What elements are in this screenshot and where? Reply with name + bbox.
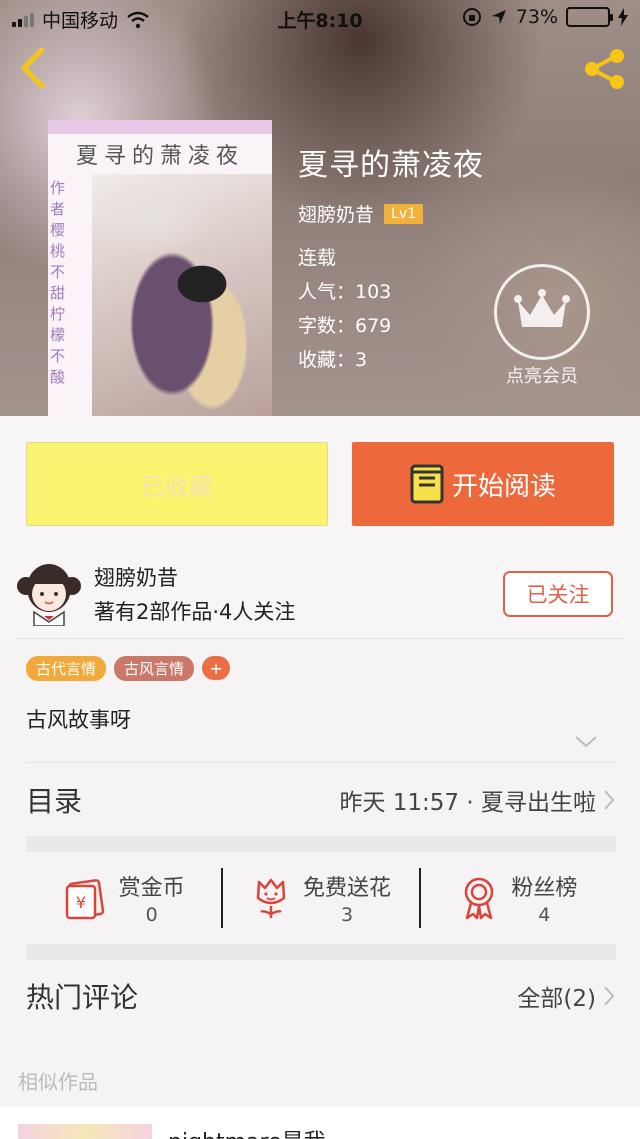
send-flower[interactable]: 免费送花 3 bbox=[221, 868, 418, 928]
book-intro: 古风故事呀 bbox=[26, 708, 131, 732]
vip-label: 点亮会员 bbox=[506, 366, 578, 387]
ranking-value: 4 bbox=[538, 904, 551, 926]
share-icon bbox=[585, 49, 624, 89]
support-stats: ¥ 赏金币 0 免费送花 3 粉丝榜 4 bbox=[26, 852, 616, 944]
rotation-lock-icon bbox=[462, 8, 481, 26]
author-card[interactable]: 翅膀奶昔 著有2部作品·4人关注 已关注 bbox=[0, 546, 640, 638]
charging-icon bbox=[618, 8, 628, 26]
battery-percent: 73% bbox=[515, 6, 558, 28]
reward-coins[interactable]: ¥ 赏金币 0 bbox=[26, 868, 221, 928]
cover-side-text: 作者樱桃不甜柠檬不酸 bbox=[50, 179, 66, 386]
tag-classical-romance[interactable]: 古风言情 bbox=[114, 656, 195, 681]
section-divider bbox=[26, 944, 616, 960]
book-author[interactable]: 翅膀奶昔 bbox=[298, 200, 374, 227]
popularity-count: 人气：103 bbox=[298, 281, 392, 303]
share-button[interactable] bbox=[580, 44, 630, 94]
toc-row[interactable]: 目录 昨天 11:57 · 夏寻出生啦 bbox=[26, 776, 616, 824]
word-count: 字数：679 bbox=[298, 315, 392, 337]
fan-ranking[interactable]: 粉丝榜 4 bbox=[418, 868, 616, 928]
medal-icon bbox=[465, 877, 494, 920]
flower-icon bbox=[256, 878, 286, 918]
tag-ancient-romance[interactable]: 古代言情 bbox=[26, 656, 107, 681]
all-comments-link[interactable]: 全部(2) bbox=[517, 979, 596, 1013]
book-icon bbox=[410, 464, 444, 504]
book-info: 夏寻的萧凌夜 翅膀奶昔 Lv1 连载 人气：103 字数：679 收藏：3 bbox=[298, 140, 484, 377]
book-header: 中国移动 上午8:10 73% 夏寻的萧凌夜 作者樱桃不甜柠檬不酸 夏寻的萧凌夜… bbox=[0, 0, 640, 416]
book-detail-page: 中国移动 上午8:10 73% 夏寻的萧凌夜 作者樱桃不甜柠檬不酸 夏寻的萧凌夜… bbox=[0, 0, 640, 1139]
book-cover: 夏寻的萧凌夜 作者樱桃不甜柠檬不酸 bbox=[48, 120, 272, 416]
battery-icon bbox=[566, 7, 613, 27]
avatar bbox=[17, 564, 81, 626]
cover-illustration bbox=[92, 174, 272, 416]
comments-row[interactable]: 热门评论 全部(2) bbox=[26, 972, 616, 1020]
toc-label: 目录 bbox=[26, 785, 83, 818]
favorite-button[interactable]: 已收藏 bbox=[26, 442, 328, 526]
reward-value: 0 bbox=[145, 904, 158, 926]
chevron-right-icon bbox=[604, 790, 615, 810]
start-reading-button[interactable]: 开始阅读 bbox=[352, 442, 614, 526]
vip-button[interactable]: 点亮会员 bbox=[492, 264, 592, 388]
chevron-left-icon bbox=[21, 47, 45, 89]
favorites-count: 收藏：3 bbox=[298, 349, 368, 371]
chevron-right-icon bbox=[604, 986, 615, 1006]
back-button[interactable] bbox=[14, 46, 58, 90]
similar-item-title[interactable]: nightmare是我 bbox=[168, 1124, 326, 1139]
svg-text:¥: ¥ bbox=[76, 893, 86, 912]
divider bbox=[16, 638, 624, 639]
flower-value: 3 bbox=[340, 904, 354, 926]
author-name: 翅膀奶昔 bbox=[94, 566, 178, 590]
author-level-badge: Lv1 bbox=[384, 203, 424, 224]
red-envelope-icon: ¥ bbox=[65, 879, 104, 920]
action-bar: 已收藏 开始阅读 bbox=[0, 416, 640, 546]
location-icon bbox=[491, 10, 506, 24]
book-title: 夏寻的萧凌夜 bbox=[298, 148, 484, 183]
ranking-label: 粉丝榜 bbox=[511, 876, 578, 901]
follow-button[interactable]: 已关注 bbox=[503, 571, 613, 617]
author-stats: 著有2部作品·4人关注 bbox=[94, 600, 296, 624]
section-divider bbox=[26, 836, 616, 852]
comments-label: 热门评论 bbox=[26, 981, 139, 1014]
crown-icon bbox=[514, 289, 570, 327]
flower-label: 免费送花 bbox=[302, 876, 391, 901]
reward-label: 赏金币 bbox=[118, 876, 185, 901]
latest-chapter: 昨天 11:57 · 夏寻出生啦 bbox=[339, 790, 596, 816]
similar-item-cover[interactable] bbox=[18, 1124, 152, 1139]
tag-list: 古代言情 古风言情 + bbox=[26, 656, 231, 681]
status-bar: 中国移动 上午8:10 73% bbox=[0, 0, 640, 36]
similar-works-label: 相似作品 bbox=[18, 1070, 98, 1094]
divider bbox=[26, 762, 616, 763]
cover-title: 夏寻的萧凌夜 bbox=[75, 144, 244, 169]
add-tag-button[interactable]: + bbox=[202, 656, 231, 680]
serial-status: 连载 bbox=[298, 247, 337, 269]
chevron-down-icon[interactable] bbox=[574, 734, 598, 750]
start-reading-label: 开始阅读 bbox=[451, 471, 556, 502]
